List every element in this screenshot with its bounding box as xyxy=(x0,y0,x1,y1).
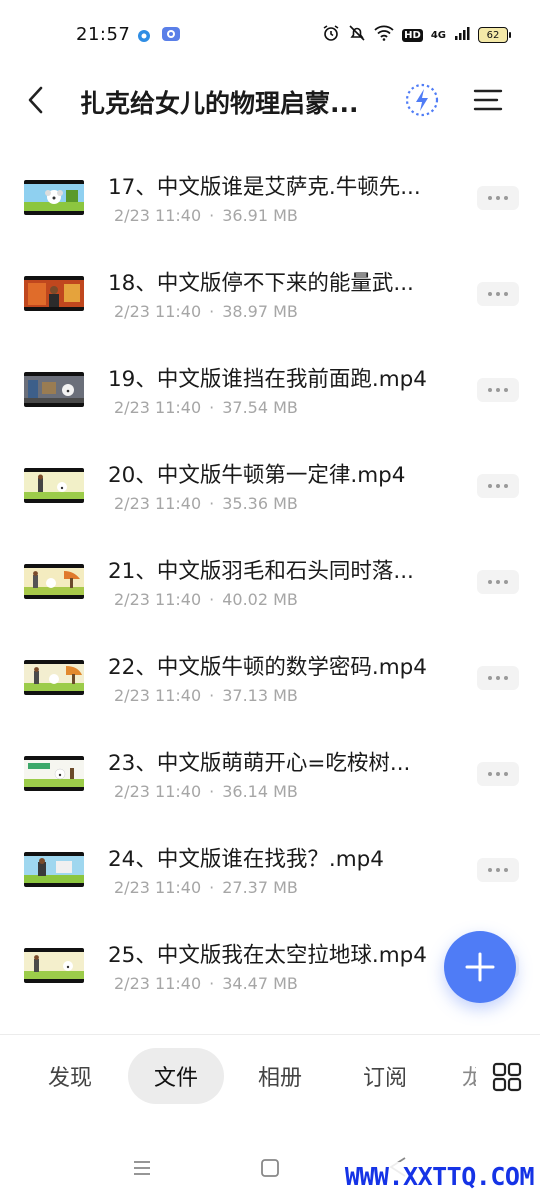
menu-button[interactable] xyxy=(468,80,508,120)
file-name: 19、中文版谁挡在我前面跑.mp4 xyxy=(108,367,427,392)
file-list: 17、中文版谁是艾萨克.牛顿先... 2/23 11:40 · 36.91 MB 1… xyxy=(0,140,540,1004)
file-name: 23、中文版萌萌开心=吃桉树... xyxy=(108,751,411,776)
file-meta: 2/23 11:40 · 37.13 MB xyxy=(114,686,298,705)
add-button[interactable] xyxy=(444,931,516,1003)
file-meta: 2/23 11:40 · 40.02 MB xyxy=(114,590,298,609)
file-meta: 2/23 11:40 · 37.54 MB xyxy=(114,398,298,417)
file-date: 2/23 11:40 xyxy=(114,398,202,417)
file-size: 36.14 MB xyxy=(222,782,298,801)
video-thumbnail xyxy=(24,180,84,215)
file-date: 2/23 11:40 xyxy=(114,974,202,993)
more-options-button[interactable] xyxy=(477,762,519,786)
video-thumbnail xyxy=(24,564,84,599)
system-navigation-bar: WWW.XXTTQ.COM xyxy=(0,1140,540,1200)
file-item[interactable]: 20、中文版牛顿第一定律.mp4 2/23 11:40 · 35.36 MB xyxy=(0,428,540,524)
file-date: 2/23 11:40 xyxy=(114,494,202,513)
menu-icon xyxy=(473,89,503,111)
file-item[interactable]: 24、中文版谁在找我？.mp4 2/23 11:40 · 27.37 MB xyxy=(0,812,540,908)
video-thumbnail xyxy=(24,276,84,311)
recent-apps-icon[interactable] xyxy=(132,1158,152,1182)
status-time: 21:57 xyxy=(76,24,131,45)
wifi-icon xyxy=(374,25,394,45)
more-options-button[interactable] xyxy=(477,474,519,498)
more-options-button[interactable] xyxy=(477,378,519,402)
watermark-text: WWW.XXTTQ.COM xyxy=(342,1162,536,1191)
file-date: 2/23 11:40 xyxy=(114,686,202,705)
battery-indicator: 62 xyxy=(478,27,511,43)
file-name: 25、中文版我在太空拉地球.mp4 xyxy=(108,943,427,968)
more-options-button[interactable] xyxy=(477,570,519,594)
file-item[interactable]: 21、中文版羽毛和石头同时落... 2/23 11:40 · 40.02 MB xyxy=(0,524,540,620)
file-size: 35.36 MB xyxy=(222,494,298,513)
more-options-button[interactable] xyxy=(477,666,519,690)
file-meta: 2/23 11:40 · 34.47 MB xyxy=(114,974,298,993)
file-item[interactable]: 19、中文版谁挡在我前面跑.mp4 2/23 11:40 · 37.54 MB xyxy=(0,332,540,428)
tab-files[interactable]: 文件 xyxy=(128,1048,224,1104)
grid-menu-button[interactable] xyxy=(492,1062,522,1092)
file-meta: 2/23 11:40 · 27.37 MB xyxy=(114,878,298,897)
mute-bell-icon xyxy=(348,24,366,46)
file-name: 17、中文版谁是艾萨克.牛顿先... xyxy=(108,175,421,200)
hd-badge: HD xyxy=(402,28,423,42)
back-button[interactable] xyxy=(18,82,54,118)
video-thumbnail xyxy=(24,468,84,503)
file-name: 21、中文版羽毛和石头同时落... xyxy=(108,559,414,584)
network-label: 4G xyxy=(430,29,446,41)
back-arrow-icon xyxy=(28,86,43,114)
file-name: 18、中文版停不下来的能量武... xyxy=(108,271,414,296)
more-options-button[interactable] xyxy=(477,858,519,882)
video-thumbnail xyxy=(24,660,84,695)
more-options-button[interactable] xyxy=(477,186,519,210)
file-size: 36.91 MB xyxy=(222,206,298,225)
file-size: 37.13 MB xyxy=(222,686,298,705)
signal-icon xyxy=(454,25,470,45)
more-options-button[interactable] xyxy=(477,282,519,306)
lightning-icon xyxy=(405,83,439,117)
bottom-tab-bar: 发现 文件 相册 订阅 龙 xyxy=(0,1048,540,1106)
file-meta: 2/23 11:40 · 38.97 MB xyxy=(114,302,298,321)
tab-album[interactable]: 相册 xyxy=(238,1048,322,1104)
plus-icon xyxy=(465,952,495,982)
file-date: 2/23 11:40 xyxy=(114,782,202,801)
app-notification-icon xyxy=(137,28,151,47)
cloud-app-icon xyxy=(161,26,181,48)
file-size: 38.97 MB xyxy=(222,302,298,321)
file-item[interactable]: 18、中文版停不下来的能量武... 2/23 11:40 · 38.97 MB xyxy=(0,236,540,332)
grid-icon xyxy=(492,1062,522,1092)
file-size: 40.02 MB xyxy=(222,590,298,609)
tab-partial[interactable]: 龙 xyxy=(462,1048,476,1104)
file-meta: 2/23 11:40 · 36.91 MB xyxy=(114,206,298,225)
file-date: 2/23 11:40 xyxy=(114,206,202,225)
file-item[interactable]: 17、中文版谁是艾萨克.牛顿先... 2/23 11:40 · 36.91 MB xyxy=(0,140,540,236)
page-title: 扎克给女儿的物理启蒙... xyxy=(80,89,359,118)
file-size: 27.37 MB xyxy=(222,878,298,897)
header: 扎克给女儿的物理启蒙... xyxy=(0,70,540,132)
video-thumbnail xyxy=(24,756,84,791)
video-thumbnail xyxy=(24,852,84,887)
file-date: 2/23 11:40 xyxy=(114,878,202,897)
tab-subscribe[interactable]: 订阅 xyxy=(343,1048,427,1104)
status-bar: 21:57 HD 4G 62 xyxy=(0,0,540,70)
file-size: 34.47 MB xyxy=(222,974,298,993)
video-thumbnail xyxy=(24,372,84,407)
speed-button[interactable] xyxy=(402,80,442,120)
file-item[interactable]: 23、中文版萌萌开心=吃桉树... 2/23 11:40 · 36.14 MB xyxy=(0,716,540,812)
battery-level: 62 xyxy=(486,29,500,41)
file-name: 22、中文版牛顿的数学密码.mp4 xyxy=(108,655,427,680)
file-meta: 2/23 11:40 · 35.36 MB xyxy=(114,494,298,513)
file-date: 2/23 11:40 xyxy=(114,590,202,609)
tab-divider xyxy=(0,1034,540,1035)
file-name: 24、中文版谁在找我？.mp4 xyxy=(108,847,384,872)
file-item[interactable]: 22、中文版牛顿的数学密码.mp4 2/23 11:40 · 37.13 MB xyxy=(0,620,540,716)
alarm-icon xyxy=(322,24,340,46)
file-size: 37.54 MB xyxy=(222,398,298,417)
file-name: 20、中文版牛顿第一定律.mp4 xyxy=(108,463,406,488)
home-icon[interactable] xyxy=(260,1158,280,1182)
video-thumbnail xyxy=(24,948,84,983)
tab-discover[interactable]: 发现 xyxy=(28,1048,112,1104)
file-date: 2/23 11:40 xyxy=(114,302,202,321)
file-meta: 2/23 11:40 · 36.14 MB xyxy=(114,782,298,801)
